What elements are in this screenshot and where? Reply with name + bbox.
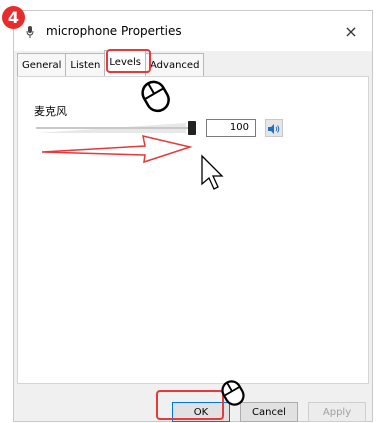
screenshot-stage: microphone Properties × General Listen L… xyxy=(0,0,378,423)
apply-button: Apply xyxy=(308,402,366,422)
mouse-click-icon xyxy=(141,80,170,113)
levels-panel: 麦克风 100 xyxy=(17,76,369,384)
cursor-icon xyxy=(201,154,224,190)
title-bar: microphone Properties × xyxy=(14,11,372,51)
pointer-arrow xyxy=(41,135,193,164)
close-icon: × xyxy=(344,21,358,41)
close-button[interactable]: × xyxy=(338,19,364,43)
microphone-icon xyxy=(24,26,36,38)
device-label: 麦克风 xyxy=(34,105,67,118)
step-number-badge: 4 xyxy=(2,6,25,29)
levels-tab-highlight xyxy=(106,49,151,73)
mute-toggle-button[interactable] xyxy=(265,119,283,137)
tab-listen[interactable]: Listen xyxy=(65,53,106,77)
window-title: microphone Properties xyxy=(46,24,182,38)
level-value-field[interactable]: 100 xyxy=(206,119,256,137)
tab-general[interactable]: General xyxy=(17,53,67,77)
properties-window: microphone Properties × General Listen L… xyxy=(13,10,373,422)
ok-button-highlight xyxy=(156,390,224,420)
mouse-click-icon xyxy=(221,380,245,406)
speaker-icon xyxy=(268,119,280,138)
